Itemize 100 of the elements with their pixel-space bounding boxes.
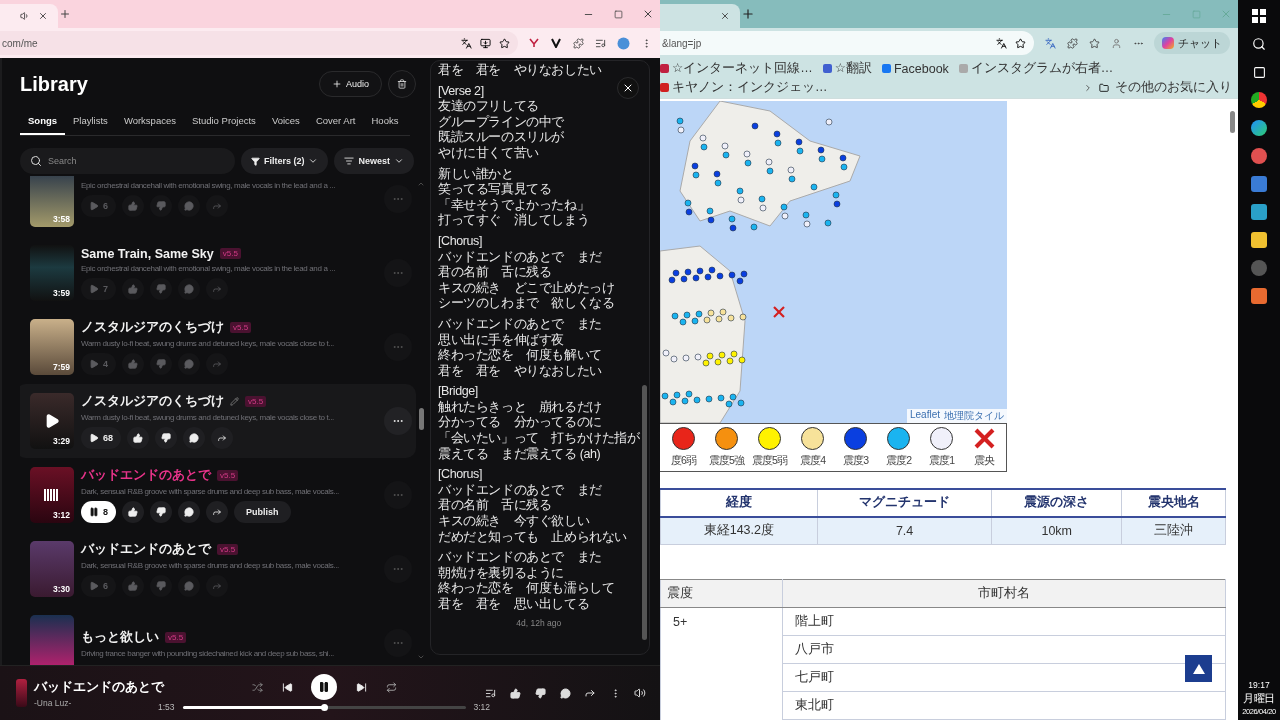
puzzle-icon[interactable] (572, 37, 584, 49)
read-aloud-icon[interactable] (996, 37, 1007, 49)
thumbs-up-icon[interactable] (509, 687, 521, 699)
comment-button[interactable] (178, 501, 200, 523)
song-row[interactable]: 3:59 Same Train, Same Sky v5.5 Epic orchestral dancehall with emotional swing, male vocals in the lead and a ... 7 (20, 236, 416, 310)
address-bar[interactable]: com/me (0, 31, 518, 55)
scrollbar-thumb[interactable] (641, 385, 647, 640)
media-icon[interactable] (594, 37, 606, 49)
star-icon[interactable] (499, 37, 510, 49)
pencil-icon[interactable] (230, 397, 239, 406)
share-button[interactable] (206, 501, 228, 523)
translate-icon[interactable] (461, 37, 472, 49)
dislike-button[interactable] (150, 501, 172, 523)
volume-icon[interactable] (634, 687, 646, 699)
dislike-button[interactable] (155, 427, 177, 449)
queue-icon[interactable] (484, 687, 496, 699)
close-icon[interactable] (642, 8, 654, 20)
version-badge: v5.5 (245, 396, 267, 407)
song-title[interactable]: バッドエンドのあとで (81, 541, 211, 558)
browser-icon[interactable] (1251, 92, 1267, 108)
tile-credit-link[interactable]: 地理院タイル (944, 409, 1004, 423)
share-icon[interactable] (584, 687, 596, 699)
favorites-icon[interactable] (1088, 37, 1100, 49)
sort-button[interactable]: Newest (334, 148, 414, 174)
delete-button[interactable] (388, 70, 416, 98)
search-field[interactable]: Search (20, 148, 235, 174)
publish-button[interactable]: Publish (234, 501, 291, 523)
install-icon[interactable] (480, 37, 491, 49)
comment-button[interactable] (183, 427, 205, 449)
library-tab[interactable]: Playlists (65, 109, 116, 135)
new-tab-icon[interactable] (740, 6, 756, 22)
browser-icon[interactable] (1251, 120, 1267, 136)
song-row[interactable]: 3:30 バッドエンドのあとで v5.5 Dark, sensual R&B groove with sparse drums and deep sub bass, male vocals... 6 (20, 532, 416, 606)
extension-icon[interactable] (550, 37, 562, 49)
library-tab[interactable]: Workspaces (115, 109, 184, 135)
leaflet-link[interactable]: Leaflet (909, 409, 940, 423)
lyric-line: 既読スルーのスリルが (438, 130, 564, 146)
share-button[interactable] (211, 427, 233, 449)
lyric-line: シーツのしわまで 欲しくなる (438, 296, 615, 312)
puzzle-icon[interactable] (1066, 37, 1078, 49)
task-view-icon[interactable] (1251, 64, 1267, 80)
repeat-icon[interactable] (385, 681, 397, 693)
slider-thumb[interactable] (321, 703, 328, 711)
play-button[interactable]: 68 (81, 427, 121, 449)
library-tab[interactable]: Voices (263, 109, 308, 135)
scroll-up-icon[interactable] (417, 180, 425, 188)
other-favorites-link[interactable]: その他のお気に入り (1115, 79, 1232, 96)
chat-button[interactable]: チャット (1154, 32, 1230, 54)
previous-icon[interactable] (281, 681, 293, 693)
app-icon[interactable] (1251, 260, 1267, 276)
song-row[interactable]: 3:29 ノスタルジアのくちづけ v5.5 Warm dusty lo-fi beat, swung drums and detuned keys, male vocals close to t... 68 (20, 384, 416, 458)
song-title[interactable]: ノスタルジアのくちづけ (81, 319, 224, 336)
maximize-icon[interactable] (612, 8, 624, 20)
bookmark-link[interactable]: キヤノン：インクジェッ… (660, 79, 828, 96)
filters-button[interactable]: Filters (2) (240, 148, 329, 174)
bookmark-link[interactable]: ☆インターネット回線… (660, 60, 813, 77)
bookmark-link[interactable]: ☆翻訳 (822, 60, 872, 77)
close-button[interactable] (617, 77, 639, 99)
legend-label: 震度3 (842, 453, 869, 468)
song-row[interactable]: 7:59 ノスタルジアのくちづけ v5.5 Warm dusty lo-fi beat, swung drums and detuned keys, male vocals close to t... 4 (20, 310, 416, 384)
scrollbar-thumb[interactable] (1229, 111, 1235, 133)
chevron-right-icon[interactable] (1083, 82, 1093, 93)
song-title[interactable]: ノスタルジアのくちづけ (81, 393, 224, 410)
thumbs-down-icon[interactable] (534, 687, 546, 699)
star-icon[interactable] (1015, 37, 1026, 49)
bookmark-link[interactable]: インスタグラムが右者… (958, 60, 1114, 77)
song-row[interactable]: もっと欲しい v5.5 Driving trance banger with pounding sidechained kick and deep sub bass, shi... (20, 606, 416, 665)
search-icon[interactable] (1251, 36, 1267, 52)
scroll-to-top-button[interactable] (1185, 655, 1212, 682)
scrollbar-thumb[interactable] (418, 408, 424, 430)
song-title[interactable]: もっと欲しい (81, 628, 159, 646)
like-button[interactable] (122, 501, 144, 523)
library-tab[interactable]: Cover Art (307, 109, 364, 135)
profile-icon[interactable] (1110, 37, 1122, 49)
song-title[interactable]: Same Train, Same Sky (81, 246, 214, 261)
like-button[interactable] (127, 427, 149, 449)
duration-label: 3:59 (53, 288, 70, 298)
speech-bubble-icon[interactable] (559, 687, 571, 699)
windows-logo-icon[interactable] (1251, 8, 1267, 24)
library-tab[interactable]: Hooks (363, 109, 407, 135)
lyric-line: キスの続き どこで止めたっけ (438, 280, 615, 297)
library-tab[interactable]: Songs (20, 109, 66, 135)
library-tab[interactable]: Studio Projects (183, 109, 264, 135)
shuffle-icon[interactable] (251, 681, 263, 693)
add-audio-button[interactable]: Audio (318, 71, 382, 97)
profile-icon[interactable] (616, 36, 630, 50)
new-tab-icon[interactable] (58, 7, 72, 21)
scroll-down-icon[interactable] (417, 653, 425, 661)
close-icon[interactable] (38, 11, 48, 21)
lyric-line: 終わった恋を 何度も濡らして (438, 581, 615, 597)
folder-icon[interactable] (1251, 232, 1267, 248)
bookmark-link[interactable]: Facebook (881, 61, 949, 76)
close-icon[interactable] (720, 11, 730, 21)
address-bar[interactable]: &lang=jp (660, 31, 1034, 55)
pause-button[interactable]: 8 (81, 501, 116, 523)
pause-button[interactable] (311, 674, 337, 700)
song-row[interactable]: 3:12 バッドエンドのあとで v5.5 Dark, sensual R&B groove with sparse drums and deep sub bass, male vocals... 8 Publish (20, 458, 416, 532)
app-icon[interactable] (1251, 148, 1267, 164)
next-icon[interactable] (355, 681, 367, 693)
song-title[interactable]: バッドエンドのあとで (81, 467, 211, 484)
